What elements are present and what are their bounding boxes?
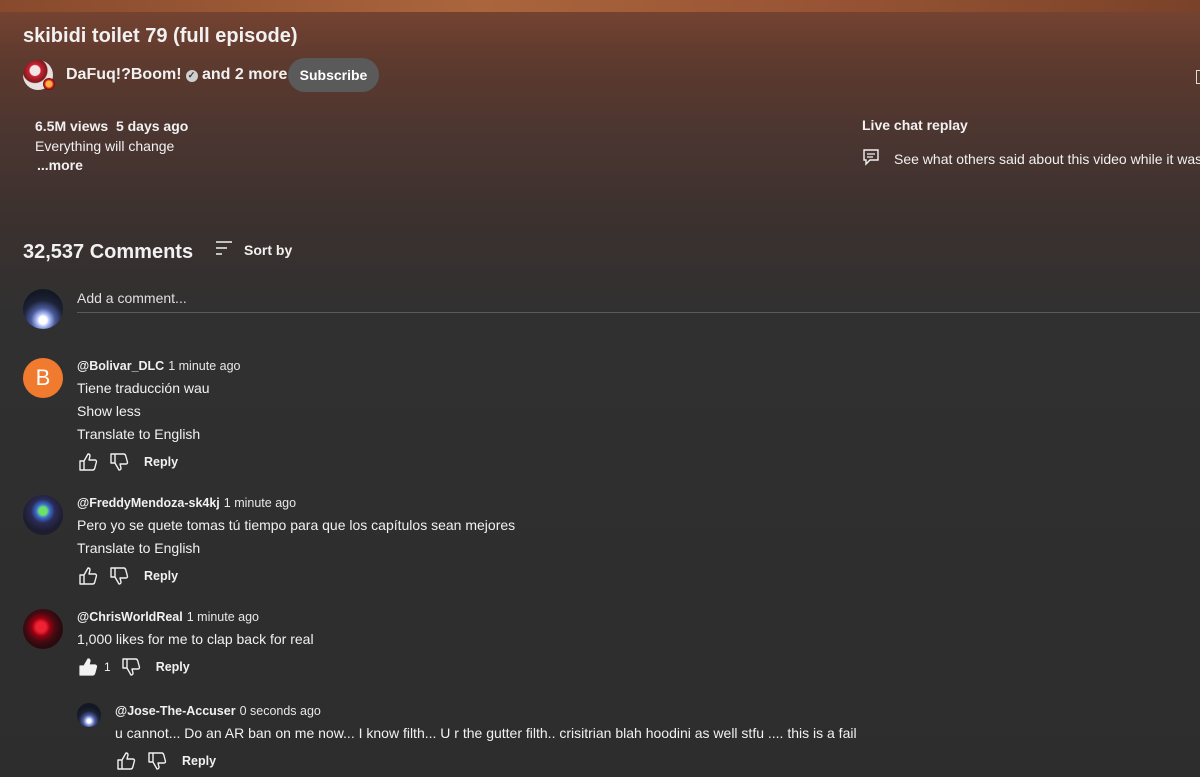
description-box[interactable]: 6.5M views 5 days ago Everything will ch… <box>35 117 188 176</box>
show-less-link[interactable]: Show less <box>77 400 241 423</box>
reply-button[interactable]: Reply <box>144 569 178 583</box>
reply-button[interactable]: Reply <box>156 660 190 674</box>
sort-icon <box>214 239 234 260</box>
sort-by-label: Sort by <box>244 241 293 258</box>
translate-link[interactable]: Translate to English <box>77 537 515 560</box>
avatar[interactable] <box>77 703 101 727</box>
video-stats: 6.5M views 5 days ago <box>35 117 188 137</box>
comment-text: 1,000 likes for me to clap back for real <box>77 631 314 647</box>
reply-actions: Reply <box>115 749 857 773</box>
comment-author[interactable]: @ChrisWorldReal <box>77 610 183 624</box>
live-chat-row[interactable]: See what others said about this video wh… <box>862 148 1200 169</box>
comment-time[interactable]: 1 minute ago <box>187 610 259 624</box>
comments-count: 32,537 Comments <box>23 241 194 263</box>
comment-author[interactable]: @Bolivar_DLC <box>77 359 164 373</box>
reply-text: u cannot... Do an AR ban on me now... I … <box>115 725 857 741</box>
comment-text: Pero yo se quete tomas tú tiempo para qu… <box>77 517 516 533</box>
chat-bubble-icon <box>862 148 880 169</box>
comment-actions: 1 Reply <box>77 655 314 679</box>
comment-actions: Reply <box>77 564 515 588</box>
dislike-icon[interactable] <box>108 451 130 473</box>
view-count: 6.5M views <box>35 118 109 134</box>
live-chat-replay[interactable]: Live chat replay See what others said ab… <box>862 117 1200 167</box>
live-chat-description: See what others said about this video wh… <box>894 150 1200 167</box>
description-text: Everything will change <box>35 137 175 154</box>
channel-name-text[interactable]: DaFuq!?Boom! <box>66 66 182 83</box>
channel-avatar[interactable] <box>23 60 55 90</box>
video-player-bottom-edge[interactable] <box>0 0 1200 12</box>
live-chat-title: Live chat replay <box>862 117 968 133</box>
collaborators-link[interactable]: and 2 more <box>202 66 287 83</box>
verified-badge-icon: ✓ <box>185 69 198 82</box>
current-user-avatar <box>23 289 63 329</box>
avatar[interactable] <box>23 609 63 649</box>
like-icon[interactable] <box>115 750 137 772</box>
translate-link[interactable]: Translate to English <box>77 423 241 446</box>
like-icon[interactable] <box>77 451 99 473</box>
dislike-icon[interactable] <box>120 656 142 678</box>
reply-time[interactable]: 0 seconds ago <box>240 704 321 718</box>
dislike-icon[interactable] <box>146 750 168 772</box>
channel-name[interactable]: DaFuq!?Boom! ✓ and 2 more <box>66 66 287 84</box>
sort-by-button[interactable]: Sort by <box>214 239 292 260</box>
subscribe-button[interactable]: Subscribe <box>288 58 379 92</box>
avatar[interactable] <box>23 495 63 535</box>
reply-button[interactable]: Reply <box>144 455 178 469</box>
more-actions-icon[interactable] <box>1196 70 1200 84</box>
comment-text: Tiene traducción wau <box>77 380 210 396</box>
show-more-link[interactable]: ...more <box>35 156 188 176</box>
like-count: 1 <box>104 660 111 674</box>
video-title: skibidi toilet 79 (full episode) <box>23 25 298 47</box>
comment-actions: Reply <box>77 450 241 474</box>
comment-time[interactable]: 1 minute ago <box>224 496 296 510</box>
upload-age: 5 days ago <box>115 118 189 134</box>
channel-row: DaFuq!?Boom! ✓ and 2 more <box>23 58 287 92</box>
reply-button[interactable]: Reply <box>182 754 216 768</box>
reply-author[interactable]: @Jose-The-Accuser <box>115 704 236 718</box>
comment-time[interactable]: 1 minute ago <box>168 359 240 373</box>
avatar[interactable]: B <box>23 358 63 398</box>
like-icon[interactable] <box>77 565 99 587</box>
like-icon-filled[interactable] <box>77 656 99 678</box>
dislike-icon[interactable] <box>108 565 130 587</box>
add-comment-input[interactable]: Add a comment... <box>77 290 1200 313</box>
comment-author[interactable]: @FreddyMendoza-sk4kj <box>77 496 220 510</box>
